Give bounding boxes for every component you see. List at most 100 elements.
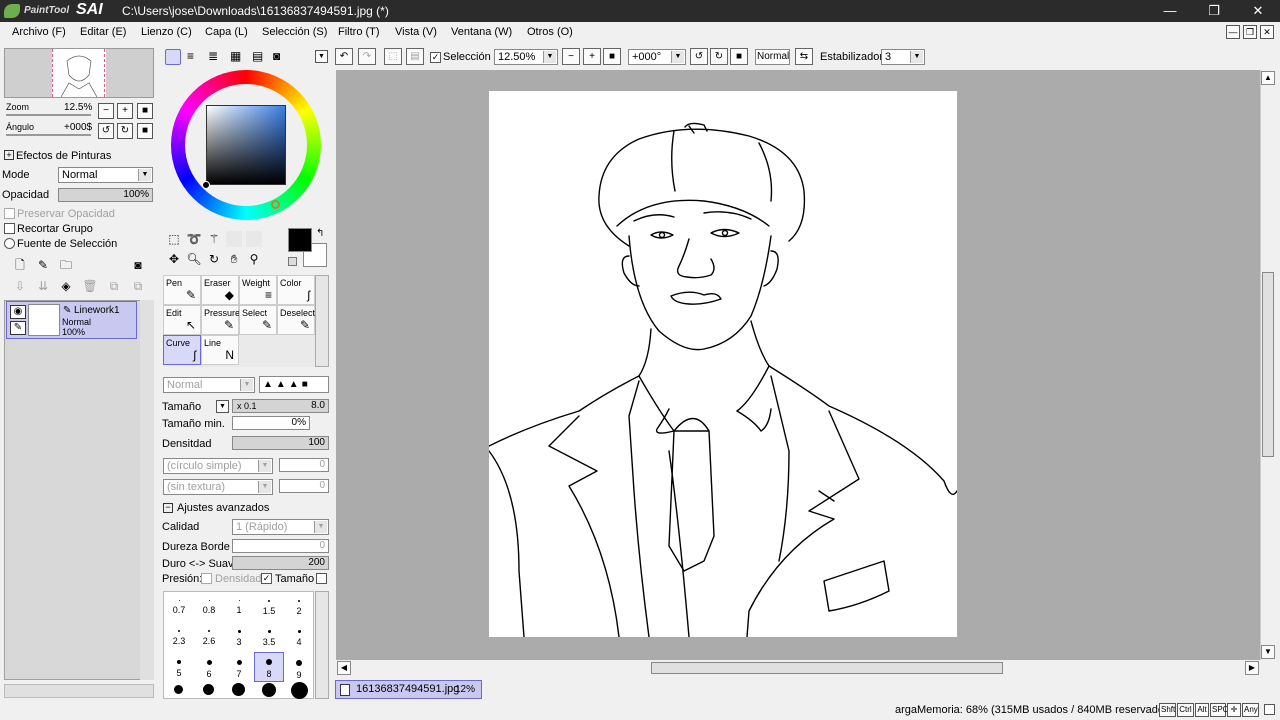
brush-size-1[interactable]: 1 <box>224 594 254 624</box>
flip-horizontal-icon[interactable]: ⇆ <box>795 48 813 65</box>
merge-visible-icon[interactable]: ⧉ <box>130 278 146 294</box>
brush-shape-select[interactable]: (círculo simple) ▼ <box>163 458 273 474</box>
mixer-tab-icon[interactable]: ◙ <box>273 49 280 63</box>
tool-edit[interactable]: Edit ↖ <box>163 305 201 335</box>
zoom-icon[interactable]: 🔍︎ <box>186 251 202 267</box>
layer-opacity-slider[interactable]: 100% <box>58 188 153 202</box>
selection-source-radio[interactable] <box>4 238 15 249</box>
brush-shape-selector[interactable]: ▲▲▲■ <box>259 376 329 393</box>
tool-line[interactable]: Line N <box>201 335 239 365</box>
redo-icon[interactable]: ↷ <box>358 48 376 65</box>
minimize-button[interactable]: — <box>1150 0 1190 22</box>
menu-lienzo[interactable]: Lienzo (C) <box>141 26 192 38</box>
angle-slider[interactable] <box>6 134 91 136</box>
brush-size-9[interactable]: 9 <box>284 654 314 684</box>
pressure-size-checkbox[interactable]: ✓ <box>261 573 272 584</box>
swap-colors-icon[interactable]: ↰ <box>316 228 324 239</box>
tool-eraser[interactable]: Eraser ◆ <box>201 275 239 305</box>
merge-selected-icon[interactable]: ⧉ <box>106 278 122 294</box>
scroll-down-button[interactable]: ▼ <box>1261 645 1275 659</box>
brush-size-7[interactable]: 7 <box>224 654 254 684</box>
brush-size-0-7[interactable]: 0.7 <box>164 594 194 624</box>
brush-size-8[interactable]: 8 <box>254 652 284 682</box>
collapse-icon[interactable]: − <box>163 503 173 513</box>
toolbar-angle-select[interactable]: +000° ▼ <box>628 49 686 65</box>
mdi-close-button[interactable]: ✕ <box>1260 25 1274 39</box>
mdi-restore-button[interactable]: ❐ <box>1243 25 1257 39</box>
layers-hscrollbar[interactable] <box>4 684 154 698</box>
selection-checkbox[interactable]: ✓ <box>430 52 441 63</box>
brush-size-2[interactable]: 2 <box>284 594 314 624</box>
brush-size-4[interactable]: 4 <box>284 624 314 654</box>
brush-size-5[interactable]: 5 <box>164 654 194 684</box>
status-checkbox[interactable] <box>1264 704 1275 715</box>
hsv-slider-tab-icon[interactable]: ≣ <box>208 49 218 63</box>
size-slider[interactable]: x 0.1 8.0 <box>232 399 329 413</box>
zoom-in-button[interactable]: + <box>117 103 133 119</box>
menu-vista[interactable]: Vista (V) <box>395 26 437 38</box>
layer-mode-select[interactable]: Normal ▼ <box>58 167 153 183</box>
menu-archivo[interactable]: Archivo (F) <box>12 26 66 38</box>
brush-size-2-6[interactable]: 2.6 <box>194 624 224 654</box>
clip-group-checkbox[interactable] <box>4 223 15 234</box>
tool-weight[interactable]: Weight ≡ <box>239 275 277 305</box>
new-layer-icon[interactable]: 🗋 <box>12 257 28 273</box>
pressure-density-checkbox[interactable] <box>201 573 212 584</box>
hand-icon[interactable]: ✋︎ <box>226 251 242 267</box>
pen-icon[interactable]: ✎ <box>10 321 26 335</box>
menu-editar[interactable]: Editar (E) <box>80 26 126 38</box>
brush-size-3[interactable]: 3 <box>224 624 254 654</box>
menu-capa[interactable]: Capa (L) <box>205 26 248 38</box>
close-button[interactable]: ✕ <box>1238 0 1278 22</box>
zoom-reset-button[interactable]: ■ <box>137 103 153 119</box>
scroll-left-button[interactable]: ◀ <box>337 661 351 675</box>
rotate-right-button[interactable]: ↻ <box>117 123 133 139</box>
brush-size-1-5[interactable]: 1.5 <box>254 594 284 624</box>
vscroll-thumb[interactable] <box>1262 272 1274 457</box>
new-linework-layer-icon[interactable]: ✎ <box>35 257 51 273</box>
color-wheel-tab-icon[interactable] <box>165 49 181 65</box>
menu-filtro[interactable]: Filtro (T) <box>338 26 380 38</box>
swatches-tab-icon[interactable]: ▦ <box>230 49 241 63</box>
scroll-up-button[interactable]: ▲ <box>1261 71 1275 85</box>
brush-size-3-5[interactable]: 3.5 <box>254 624 284 654</box>
saturation-value-square[interactable] <box>206 105 286 185</box>
hard-soft-slider[interactable]: 200 <box>232 556 329 570</box>
brush-texture-select[interactable]: (sin textura) ▼ <box>163 479 273 495</box>
rotate-icon[interactable]: ↻ <box>206 251 222 267</box>
scroll-right-button[interactable]: ▶ <box>1245 661 1259 675</box>
brush-mode-select[interactable]: Normal ▼ <box>163 377 255 393</box>
rotate-left-button[interactable]: ↺ <box>98 123 114 139</box>
layers-scrollbar[interactable] <box>140 300 154 680</box>
min-size-slider[interactable]: 0% <box>232 416 310 430</box>
move-icon[interactable]: ✥ <box>166 251 182 267</box>
tool-pen[interactable]: Pen ✎ <box>163 275 201 305</box>
eye-icon[interactable]: ◉ <box>10 305 26 319</box>
new-folder-icon[interactable]: 🗀 <box>58 257 74 273</box>
layer-item-linework1[interactable]: ◉ ✎ ✎ Linework1 Normal 100% <box>6 301 137 339</box>
drawing-canvas[interactable] <box>488 91 958 638</box>
deselect-icon[interactable]: ⬚ <box>384 48 402 65</box>
hue-cursor[interactable] <box>271 200 280 209</box>
sv-cursor[interactable] <box>202 181 210 189</box>
toolbar-rotate-right-button[interactable]: ↻ <box>710 48 728 65</box>
brush-size-0-8[interactable]: 0.8 <box>194 594 224 624</box>
expand-icon[interactable]: + <box>4 150 14 160</box>
delete-layer-icon[interactable]: 🗑 <box>82 278 98 294</box>
rotate-reset-button[interactable]: ■ <box>137 123 153 139</box>
edge-hardness-slider[interactable]: 0 <box>232 539 329 553</box>
toolbar-zoom-reset-button[interactable]: ■ <box>603 48 621 65</box>
zoom-slider[interactable] <box>6 114 91 116</box>
quality-select[interactable]: 1 (Rápido) ▼ <box>232 519 329 535</box>
clear-layer-icon[interactable]: ◈ <box>58 278 74 294</box>
transfer-down-icon[interactable]: ⇩ <box>12 278 28 294</box>
tool-select[interactable]: Select ✎ <box>239 305 277 335</box>
reset-colors-icon[interactable] <box>288 257 297 266</box>
shape-strength-input[interactable]: 0 <box>279 458 329 472</box>
toolbar-rotate-reset-button[interactable]: ■ <box>730 48 748 65</box>
rect-select-icon[interactable]: ⬚ <box>166 231 182 247</box>
invert-selection-icon[interactable]: ▤ <box>406 48 424 65</box>
tool-grid-scrollbar[interactable] <box>315 275 329 367</box>
size-multiplier-dropdown[interactable]: ▼ <box>216 400 229 413</box>
magic-wand-icon[interactable]: ⚚ <box>206 231 222 247</box>
